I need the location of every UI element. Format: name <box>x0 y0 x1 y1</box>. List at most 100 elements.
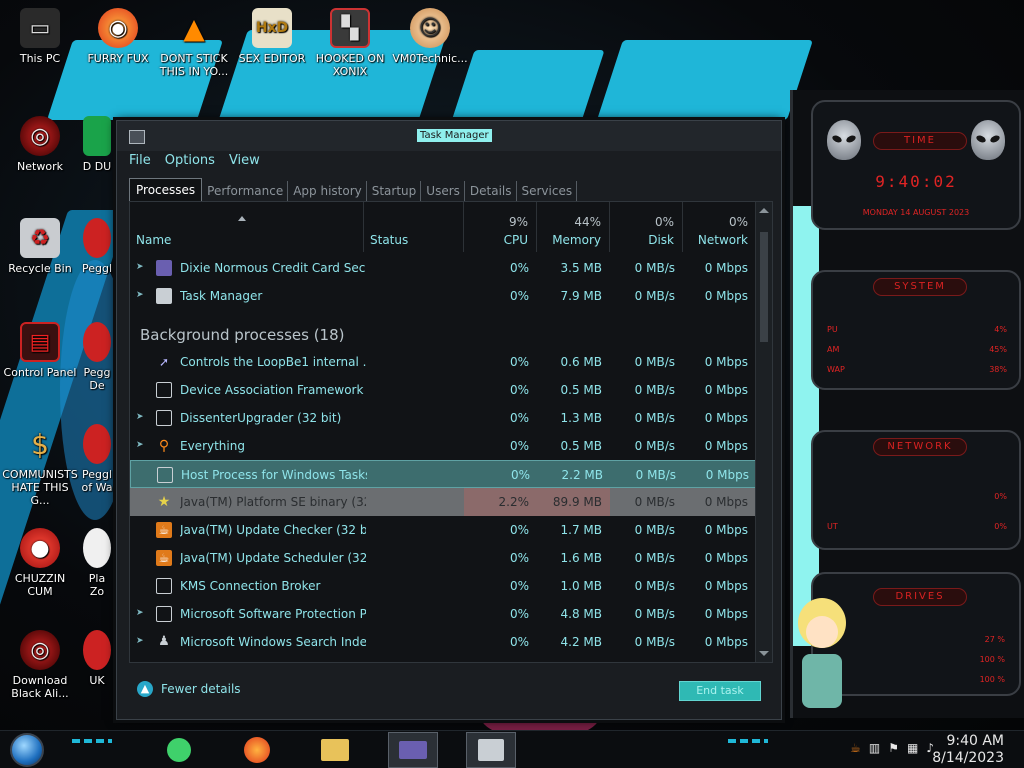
network-monitor-icon[interactable]: ▥ <box>869 741 880 755</box>
taskbar-app-task-manager[interactable] <box>466 732 516 768</box>
drives-title: DRIVES <box>873 588 967 606</box>
recycle-bin-icon: ♻ <box>20 218 60 258</box>
process-disk: 0 MB/s <box>634 439 675 453</box>
table-row[interactable]: ➚ Controls the LoopBe1 internal ... 0% 0… <box>130 348 756 376</box>
desktop-icon-chuzzin[interactable]: ● CHUZZIN CUM <box>2 528 78 598</box>
desktop-icon-partial[interactable]: UK <box>80 630 114 687</box>
tab-services[interactable]: Services <box>518 181 578 201</box>
table-row[interactable]: ➤ Microsoft Software Protection P... 0% … <box>130 600 756 628</box>
column-disk[interactable]: 0% Disk <box>610 202 683 252</box>
fewer-details-link[interactable]: ▲ Fewer details <box>137 681 241 697</box>
column-memory[interactable]: 44% Memory <box>537 202 610 252</box>
scrollbar-thumb[interactable] <box>760 232 768 342</box>
table-row[interactable]: ➤ DissenterUpgrader (32 bit) 0% 1.3 MB 0… <box>130 404 756 432</box>
tab-performance[interactable]: Performance <box>203 181 289 201</box>
window-icon <box>156 578 172 594</box>
desktop-icon-vlc[interactable]: ▲ DONT STICK THIS IN YO... <box>156 8 232 78</box>
column-status-label: Status <box>370 233 409 247</box>
desktop-icon-control-panel[interactable]: ▤ Control Panel <box>2 322 78 379</box>
desktop-icon-communists[interactable]: $ COMMUNISTS HATE THIS G... <box>2 424 78 507</box>
table-row[interactable]: ➤ Task Manager 0% 7.9 MB 0 MB/s 0 Mbps <box>130 282 756 310</box>
desktop-icon-partial[interactable]: Peggl of Wa <box>80 424 114 494</box>
column-cpu[interactable]: 9% CPU <box>464 202 537 252</box>
java-icon[interactable]: ☕ <box>850 741 861 755</box>
desktop-icon-this-pc[interactable]: ▭ This PC <box>2 8 78 65</box>
process-network: 0 Mbps <box>704 411 748 425</box>
menu-file[interactable]: File <box>129 153 151 173</box>
desktop-icon-furry-fux[interactable]: ◉ FURRY FUX <box>80 8 156 65</box>
column-name-label: Name <box>136 233 172 247</box>
process-network: 0 Mbps <box>704 439 748 453</box>
plants-icon <box>83 528 111 568</box>
column-name[interactable]: Name <box>130 202 364 252</box>
green-chat-icon <box>167 738 191 762</box>
taskbar-app-chat[interactable] <box>154 732 204 768</box>
time-panel: TIME 9:40:02 MONDAY 14 AUGUST 2023 <box>811 100 1021 230</box>
desktop-icon-network[interactable]: ◎ Network <box>2 116 78 173</box>
menu-view[interactable]: View <box>229 153 260 173</box>
desktop-icon-label: D DU <box>82 160 112 173</box>
table-row[interactable]: ☕ Java(TM) Update Scheduler (32 ... 0% 1… <box>130 544 756 572</box>
desktop-icon-recycle-bin[interactable]: ♻ Recycle Bin <box>2 218 78 275</box>
expand-chevron-icon[interactable]: ➤ <box>136 636 144 646</box>
process-network: 0 Mbps <box>704 355 748 369</box>
expand-chevron-icon[interactable]: ➤ <box>136 290 144 300</box>
vertical-scrollbar[interactable] <box>755 202 772 662</box>
chevron-up-icon: ▲ <box>137 681 153 697</box>
window-icon <box>156 410 172 426</box>
task-manager-window[interactable]: Task Manager File Options View Processes… <box>116 120 782 720</box>
table-row-high-usage[interactable]: ★ Java(TM) Platform SE binary (32... 2.2… <box>130 488 756 516</box>
desktop-icon-sex-editor[interactable]: HxD SEX EDITOR <box>234 8 310 65</box>
network-icon[interactable]: ▦ <box>907 741 918 755</box>
desktop-icon-label: UK <box>89 674 105 687</box>
column-network[interactable]: 0% Network <box>683 202 756 252</box>
scroll-down-icon[interactable] <box>759 651 769 656</box>
flag-icon[interactable]: ⚑ <box>888 741 899 755</box>
expand-chevron-icon[interactable]: ➤ <box>136 412 144 422</box>
system-stat-row: WAP 38% <box>827 360 1007 380</box>
process-cpu: 0% <box>509 523 529 537</box>
stat-value: 38% <box>989 365 1007 374</box>
desktop-icon-xonix[interactable]: ▚ HOOKED ON XONIX <box>312 8 388 78</box>
tab-app-history[interactable]: App history <box>289 181 367 201</box>
column-cpu-label: CPU <box>503 233 528 247</box>
taskbar-clock[interactable]: 9:40 AM 8/14/2023 <box>932 733 1004 767</box>
process-cpu: 0% <box>510 468 530 482</box>
table-row[interactable]: Device Association Framework ... 0% 0.5 … <box>130 376 756 404</box>
desktop-icon-vm0technic[interactable]: ☺ VM0Technic... <box>392 8 468 65</box>
table-row[interactable]: ➤ ⚲ Everything 0% 0.5 MB 0 MB/s 0 Mbps <box>130 432 756 460</box>
table-row-selected[interactable]: Host Process for Windows Tasks 0% 2.2 MB… <box>130 460 756 488</box>
tab-startup[interactable]: Startup <box>368 181 422 201</box>
end-task-button[interactable]: End task <box>679 681 761 701</box>
network-title: NETWORK <box>873 438 967 456</box>
title-bar[interactable]: Task Manager <box>117 121 781 151</box>
table-row[interactable]: ➤ ♟ Microsoft Windows Search Inde... 0% … <box>130 628 756 656</box>
table-row[interactable]: KMS Connection Broker 0% 1.0 MB 0 MB/s 0… <box>130 572 756 600</box>
desktop-icon-partial[interactable]: Pla Zo <box>80 528 114 598</box>
desktop-icon-black-alien[interactable]: ◎ Download Black Ali... <box>2 630 78 700</box>
taskbar-app-firefox[interactable] <box>232 732 282 768</box>
menu-options[interactable]: Options <box>165 153 215 173</box>
start-button[interactable] <box>10 733 44 767</box>
expand-chevron-icon[interactable]: ➤ <box>136 262 144 272</box>
process-network: 0 Mbps <box>704 551 748 565</box>
tab-details[interactable]: Details <box>466 181 517 201</box>
tab-users[interactable]: Users <box>422 181 465 201</box>
network-icon: ◎ <box>20 116 60 156</box>
alien-head-icon <box>971 120 1005 160</box>
column-status[interactable]: Status <box>364 202 464 252</box>
scroll-up-icon[interactable] <box>759 208 769 213</box>
desktop-icon-partial[interactable]: Peggl <box>80 218 114 275</box>
taskbar-app-credit-card[interactable] <box>388 732 438 768</box>
table-row[interactable]: ☕ Java(TM) Update Checker (32 bit) 0% 1.… <box>130 516 756 544</box>
table-row[interactable]: ➤ Dixie Normous Credit Card Secu... 0% 3… <box>130 254 756 282</box>
process-name: Dixie Normous Credit Card Secu... <box>180 261 366 275</box>
taskbar-app-file-explorer[interactable] <box>310 732 360 768</box>
desktop-icon-partial[interactable]: D DU <box>80 116 114 173</box>
desktop-icon-partial[interactable]: Pegg De <box>80 322 114 392</box>
tab-processes[interactable]: Processes <box>129 178 203 201</box>
expand-chevron-icon[interactable]: ➤ <box>136 608 144 618</box>
system-title: SYSTEM <box>873 278 967 296</box>
expand-chevron-icon[interactable]: ➤ <box>136 440 144 450</box>
java-icon: ☕ <box>156 522 172 538</box>
